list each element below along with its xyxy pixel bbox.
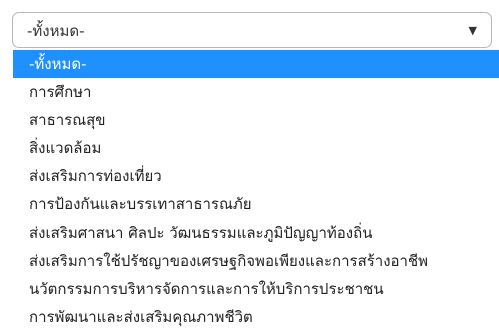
dropdown-option-selected[interactable]: -ทั้งหมด- xyxy=(13,50,499,79)
dropdown-option[interactable]: นวัตกรรมการบริหารจัดการและการให้บริการปร… xyxy=(13,275,499,303)
dropdown-option[interactable]: สิ่งแวดล้อม xyxy=(13,134,499,162)
dropdown-option[interactable]: การพัฒนาและส่งเสริมคุณภาพชีวิต xyxy=(13,303,499,331)
dropdown-option[interactable]: ส่งเสริมการใช้ปรัชญาของเศรษฐกิจพอเพียงแล… xyxy=(13,247,499,275)
dropdown-option[interactable]: การป้องกันและบรรเทาสาธารณภัย xyxy=(13,190,499,218)
dropdown-option[interactable]: การศึกษา xyxy=(13,78,499,106)
chevron-down-icon[interactable]: ▼ xyxy=(469,22,477,40)
select-value: -ทั้งหมด- xyxy=(27,22,85,40)
dropdown-option[interactable]: สาธารณสุข xyxy=(13,106,499,134)
category-select[interactable]: -ทั้งหมด- ▼ xyxy=(12,12,492,48)
dropdown-list: -ทั้งหมด- การศึกษา สาธารณสุข สิ่งแวดล้อม… xyxy=(13,50,499,333)
page: -ทั้งหมด- ▼ -ทั้งหมด- การศึกษา สาธารณสุข… xyxy=(0,0,499,333)
dropdown-option[interactable]: ส่งเสริมศาสนา ศิลปะ วัฒนธรรมและภูมิปัญญา… xyxy=(13,219,499,247)
dropdown-option[interactable]: ส่งเสริมการท่องเที่ยว xyxy=(13,162,499,190)
